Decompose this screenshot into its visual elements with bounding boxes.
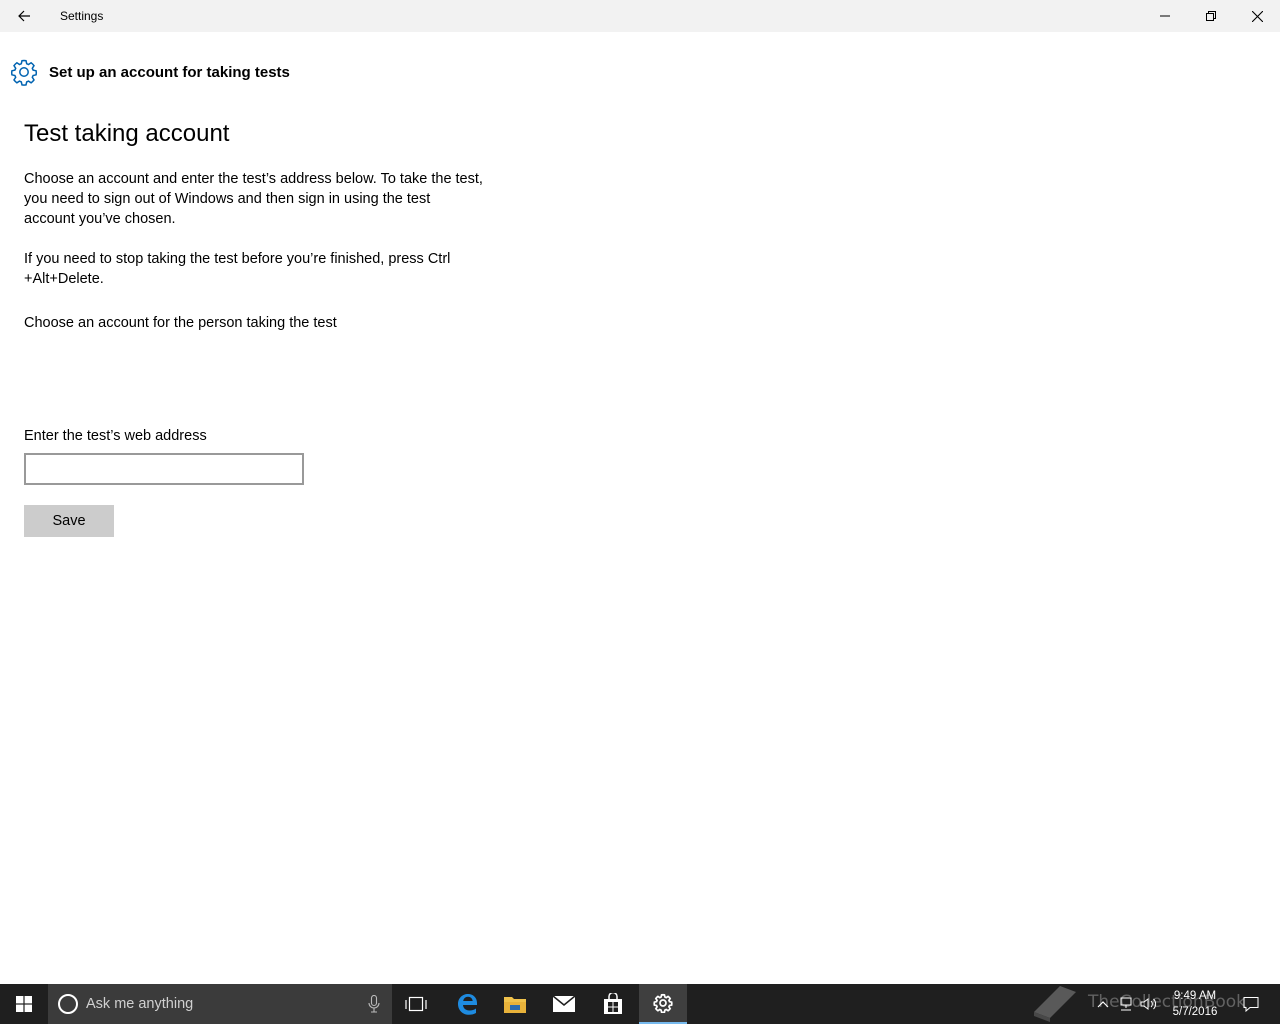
web-address-input[interactable] bbox=[24, 453, 304, 485]
chevron-up-icon bbox=[1097, 1001, 1109, 1008]
page-title: Set up an account for taking tests bbox=[49, 63, 290, 81]
web-address-label: Enter the test’s web address bbox=[24, 428, 207, 444]
restore-button[interactable] bbox=[1188, 0, 1234, 32]
save-button[interactable]: Save bbox=[24, 505, 114, 537]
book-icon bbox=[1034, 986, 1076, 1022]
volume-button[interactable] bbox=[1138, 984, 1160, 1024]
mail-button[interactable] bbox=[540, 984, 588, 1024]
section-title: Test taking account bbox=[24, 120, 230, 147]
restore-icon bbox=[1206, 11, 1216, 21]
clock-date: 5/7/2016 bbox=[1172, 1006, 1218, 1018]
store-button[interactable] bbox=[589, 984, 637, 1024]
close-button[interactable] bbox=[1234, 0, 1280, 32]
task-view-button[interactable] bbox=[392, 984, 440, 1024]
file-explorer-button[interactable] bbox=[491, 984, 539, 1024]
title-bar: Settings bbox=[0, 0, 1280, 32]
cortana-icon bbox=[58, 994, 78, 1014]
settings-button[interactable] bbox=[639, 984, 687, 1024]
arrow-left-icon bbox=[18, 10, 30, 22]
notification-icon bbox=[1243, 997, 1259, 1012]
network-button[interactable] bbox=[1116, 984, 1136, 1024]
cortana-search-box[interactable]: Ask me anything bbox=[48, 984, 392, 1024]
gear-icon bbox=[10, 59, 38, 86]
stop-test-text: If you need to stop taking the test befo… bbox=[24, 251, 451, 287]
windows-start-icon bbox=[16, 996, 32, 1012]
microphone-icon[interactable] bbox=[368, 995, 380, 1013]
settings-icon bbox=[653, 993, 673, 1013]
action-center-button[interactable] bbox=[1236, 984, 1266, 1024]
file-explorer-icon bbox=[504, 997, 526, 1013]
minimize-button[interactable] bbox=[1142, 0, 1188, 32]
minimize-icon bbox=[1160, 15, 1170, 17]
task-view-icon bbox=[405, 996, 427, 1012]
taskbar: Ask me anything TheCollectionBook 9:49 A… bbox=[0, 984, 1280, 1024]
search-placeholder: Ask me anything bbox=[86, 996, 194, 1012]
taskbar-clock[interactable]: 9:49 AM 5/7/2016 bbox=[1160, 988, 1230, 1020]
store-icon bbox=[604, 993, 622, 1014]
close-icon bbox=[1251, 10, 1263, 22]
start-button[interactable] bbox=[0, 984, 48, 1024]
network-icon bbox=[1120, 997, 1132, 1011]
mail-icon bbox=[552, 995, 576, 1012]
speaker-icon bbox=[1140, 998, 1157, 1010]
instructions-text: Choose an account and enter the test’s a… bbox=[24, 171, 483, 227]
clock-time: 9:49 AM bbox=[1173, 990, 1217, 1002]
edge-icon bbox=[458, 994, 477, 1015]
choose-account-label: Choose an account for the person taking … bbox=[24, 315, 337, 331]
page-header: Set up an account for taking tests bbox=[10, 58, 290, 86]
show-hidden-icons-button[interactable] bbox=[1092, 984, 1114, 1024]
window-title: Settings bbox=[60, 9, 104, 23]
edge-button[interactable] bbox=[443, 984, 491, 1024]
back-button[interactable] bbox=[0, 0, 48, 32]
